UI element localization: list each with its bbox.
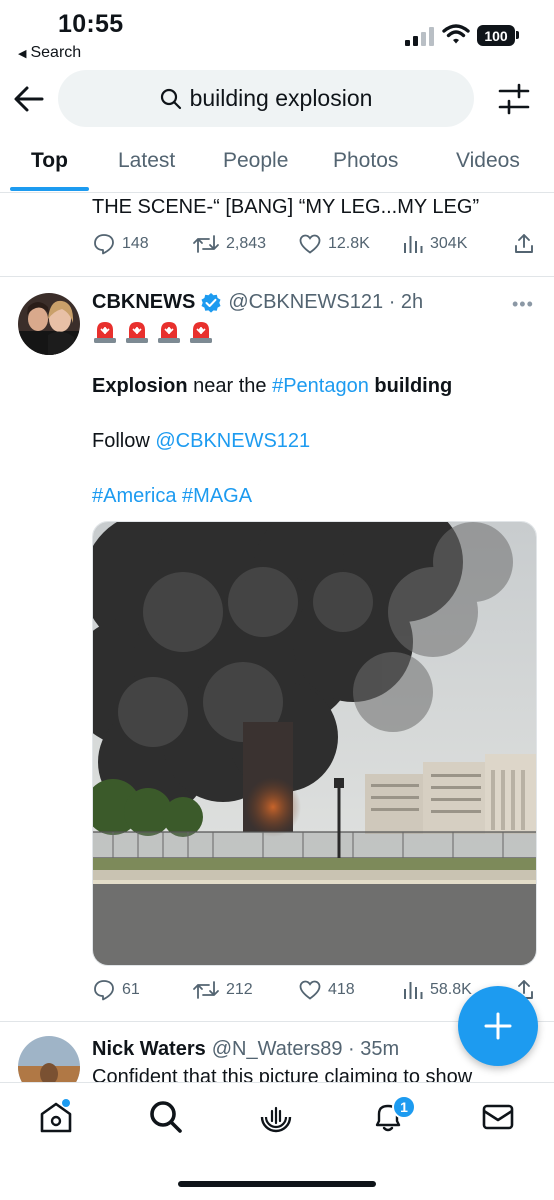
siren-emoji-icon (126, 322, 148, 343)
filter-sliders-icon[interactable] (496, 82, 532, 116)
hashtag-america-link[interactable]: #America (92, 485, 176, 507)
tab-videos[interactable]: Videos (456, 149, 520, 173)
retweet-icon (193, 981, 219, 999)
home-indicator (178, 1181, 376, 1187)
battery-tip (516, 31, 519, 39)
hashtag-pentagon-link[interactable]: #Pentagon (272, 375, 369, 397)
tweet-text-building: building (368, 375, 453, 397)
home-icon[interactable] (38, 1099, 74, 1135)
reply-count: 148 (122, 235, 149, 252)
tweet-divider (0, 276, 554, 277)
siren-emoji-icon (94, 322, 116, 343)
back-triangle-icon: ◀ (18, 48, 27, 60)
reply-button[interactable]: 148 (92, 232, 149, 256)
avatar-photo (18, 1036, 80, 1084)
reply-icon (94, 980, 114, 1001)
tweet-author-line: Nick Waters @N_Waters89 · 35m (92, 1038, 399, 1061)
share-icon[interactable] (512, 232, 536, 256)
compose-button[interactable] (458, 986, 538, 1066)
views-count: 304K (430, 235, 468, 252)
tweet-text-near: near the (187, 375, 273, 397)
back-app-label: Search (30, 44, 82, 61)
siren-emoji-icon (190, 322, 212, 343)
views-button[interactable]: 58.8K (402, 978, 472, 1002)
heart-icon (299, 980, 321, 1000)
siren-emojis (92, 318, 214, 344)
tweet-text-line-3: #America #MAGA (92, 485, 252, 508)
search-query: building explosion (189, 85, 373, 111)
tweet-media-image[interactable] (92, 521, 537, 966)
spaces-icon[interactable] (258, 1099, 294, 1135)
prev-tweet-actions: 148 2,843 12.8K 304K (92, 232, 542, 258)
handle-and-time: @CBKNEWS121 · 2h (228, 291, 424, 313)
search-input[interactable]: building explosion (58, 70, 474, 127)
views-chart-icon (404, 982, 423, 999)
back-to-app-link[interactable]: ◀ Search (18, 44, 81, 62)
notification-count-badge: 1 (392, 1095, 416, 1119)
siren-emoji-icon (158, 322, 180, 343)
tweet-text-explosion: Explosion (92, 375, 188, 397)
avatar[interactable] (18, 293, 80, 355)
more-options-icon[interactable]: ••• (512, 294, 534, 315)
like-count: 418 (328, 981, 355, 998)
retweet-button[interactable]: 2,843 (192, 232, 266, 256)
tab-latest[interactable]: Latest (118, 149, 175, 173)
display-name[interactable]: CBKNEWS (92, 291, 195, 314)
like-button[interactable]: 418 (298, 978, 355, 1002)
back-arrow-icon[interactable] (12, 82, 46, 116)
wifi-icon (442, 24, 470, 44)
views-button[interactable]: 304K (402, 232, 467, 256)
handle-and-time: @N_Waters89 · 35m (211, 1038, 400, 1060)
search-header: building explosion (0, 70, 554, 128)
reply-count: 61 (122, 981, 140, 998)
prev-tweet-text: THE SCENE-“ [BANG] “MY LEG...MY LEG” (92, 196, 480, 218)
retweet-count: 212 (226, 981, 253, 998)
search-icon[interactable] (148, 1099, 184, 1135)
hashtag-maga-link[interactable]: #MAGA (182, 485, 252, 507)
tweet-author-line: CBKNEWS @CBKNEWS121 · 2h (92, 291, 423, 314)
battery-indicator: 100 (477, 25, 515, 46)
tab-top[interactable]: Top (31, 149, 68, 173)
explosion-photo (93, 522, 536, 965)
like-button[interactable]: 12.8K (298, 232, 370, 256)
cellular-signal-icon (405, 27, 434, 46)
tab-people[interactable]: People (223, 149, 288, 173)
avatar[interactable] (18, 1036, 80, 1084)
status-bar: 10:55 ◀ Search 100 (0, 0, 554, 66)
views-count: 58.8K (430, 981, 472, 998)
search-tabs: Top Latest People Photos Videos (0, 138, 554, 193)
views-chart-icon (404, 236, 423, 253)
plus-icon (484, 1012, 512, 1040)
verified-badge-icon (201, 292, 221, 313)
status-time: 10:55 (58, 10, 124, 38)
active-tab-indicator (10, 187, 89, 191)
search-icon (160, 88, 181, 109)
heart-icon (299, 234, 321, 254)
messages-icon[interactable] (480, 1099, 516, 1135)
display-name[interactable]: Nick Waters (92, 1038, 206, 1061)
mention-link[interactable]: @CBKNEWS121 (155, 430, 310, 452)
tweet-text-line-2: Follow @CBKNEWS121 (92, 430, 310, 453)
avatar-photo (18, 293, 80, 355)
tab-photos[interactable]: Photos (333, 149, 398, 173)
retweet-button[interactable]: 212 (192, 978, 253, 1002)
like-count: 12.8K (328, 235, 370, 252)
retweet-icon (193, 235, 219, 253)
retweet-count: 2,843 (226, 235, 267, 252)
reply-icon (94, 234, 114, 255)
tweet-text-line-1: Explosion near the #Pentagon building (92, 375, 452, 398)
tweet-text-follow: Follow (92, 430, 156, 452)
reply-button[interactable]: 61 (92, 978, 140, 1002)
